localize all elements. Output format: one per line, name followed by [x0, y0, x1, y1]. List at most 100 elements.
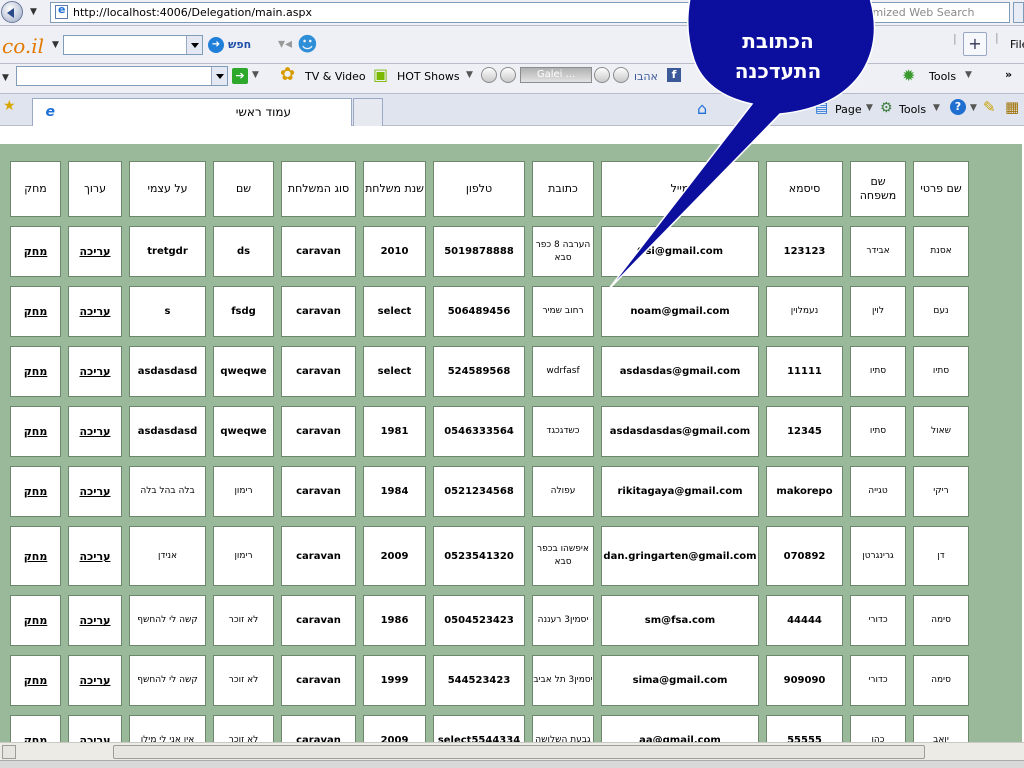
cell-last-name: כדורי: [850, 655, 906, 706]
cell-address: רחוב שמיר: [532, 286, 594, 337]
chevron-down-icon[interactable]: ▼: [252, 70, 259, 80]
toolbar-search-combo[interactable]: [63, 35, 203, 55]
chevron-down-icon[interactable]: ▼: [52, 40, 59, 50]
add-button[interactable]: +: [963, 32, 987, 56]
page-icon[interactable]: ▤: [815, 100, 828, 116]
stop-icon[interactable]: [613, 67, 629, 83]
cell-phone: 506489456: [433, 286, 525, 337]
cell-family-year: 1999: [363, 655, 426, 706]
facebook-icon[interactable]: f: [667, 68, 681, 82]
hot-shows-button[interactable]: HOT Shows: [397, 70, 460, 83]
delete-link[interactable]: מחק: [10, 526, 61, 586]
cell-first-name: ריקי: [913, 466, 969, 517]
callout-line-1: הכתובת: [742, 29, 814, 53]
cell-family-type: caravan: [281, 655, 356, 706]
chevron-down-icon[interactable]: ▼: [933, 103, 940, 113]
chevron-down-icon[interactable]: ▼: [866, 103, 873, 113]
chevron-down-icon[interactable]: [186, 36, 202, 54]
tools-menu[interactable]: Tools: [899, 103, 926, 116]
delete-link[interactable]: מחק: [10, 226, 61, 277]
status-bar: [0, 760, 1024, 768]
cell-last-name: סתיו: [850, 346, 906, 397]
url-field[interactable]: http://localhost:4006/Delegation/main.as…: [50, 2, 740, 23]
volume-icon[interactable]: [594, 67, 610, 83]
cell-name: qweqwe: [213, 346, 274, 397]
tv-icon[interactable]: ✿: [280, 64, 295, 85]
table-row: סימה כדורי 44444 sm@fsa.com יסמין3 רעננה 0504…: [10, 595, 969, 646]
chevron-down-icon[interactable]: ▼: [466, 70, 473, 80]
delete-link[interactable]: מחק: [10, 406, 61, 457]
research-icon[interactable]: ✎: [983, 98, 996, 116]
edit-link[interactable]: עריכה: [68, 226, 122, 277]
go-green-icon[interactable]: ➔: [232, 68, 248, 84]
delete-link[interactable]: מחק: [10, 655, 61, 706]
search-go-button[interactable]: [1013, 2, 1024, 23]
star-icon[interactable]: ★: [3, 98, 16, 114]
cell-family-type: caravan: [281, 466, 356, 517]
page-menu[interactable]: Page: [835, 103, 862, 116]
delete-link[interactable]: מחק: [10, 595, 61, 646]
header-first-name: שם פרטי: [913, 161, 969, 217]
tools-button[interactable]: Tools: [929, 70, 956, 83]
header-about: על עצמי: [129, 161, 206, 217]
header-last-name: שם משפחה: [850, 161, 906, 217]
gear-icon[interactable]: ✹: [902, 66, 915, 85]
love-label[interactable]: אהבו: [634, 70, 658, 83]
toolbar-combo[interactable]: [16, 66, 228, 86]
back-icon[interactable]: [1, 1, 23, 23]
overflow-button[interactable]: »: [1005, 68, 1012, 81]
edit-link[interactable]: עריכה: [68, 655, 122, 706]
cell-password: 070892: [766, 526, 843, 586]
hot-shows-icon[interactable]: ▣: [373, 65, 388, 84]
new-tab-button[interactable]: [353, 98, 383, 126]
edit-link[interactable]: עריכה: [68, 346, 122, 397]
chevron-down-icon[interactable]: ▼: [2, 73, 9, 83]
toolbar-primary: co.il ▼ ➜ חפש ▾◂ ☻ | + | File: [0, 26, 1024, 64]
media-track[interactable]: Galei ...: [520, 67, 592, 83]
header-address: כתובת: [532, 161, 594, 217]
delete-link[interactable]: מחק: [10, 466, 61, 517]
play-icon[interactable]: [500, 67, 516, 83]
edit-link[interactable]: עריכה: [68, 526, 122, 586]
cell-last-name: טגייה: [850, 466, 906, 517]
extras-icon[interactable]: ▦: [1005, 98, 1019, 116]
edit-link[interactable]: עריכה: [68, 406, 122, 457]
gear-icon[interactable]: ⚙: [880, 100, 893, 116]
header-family-type: סוג המשלחת: [281, 161, 356, 217]
delete-link[interactable]: מחק: [10, 346, 61, 397]
cell-email: rikitagaya@gmail.com: [601, 466, 759, 517]
chevron-down-icon[interactable]: ▼: [965, 70, 972, 80]
cell-family-type: caravan: [281, 346, 356, 397]
cell-about: בלה בהל בלה: [129, 466, 206, 517]
scroll-thumb[interactable]: [113, 745, 925, 759]
search-input[interactable]: G Customized Web Search: [820, 2, 1010, 23]
table-row: ריקי טגייה makorepo rikitagaya@gmail.com עפו…: [10, 466, 969, 517]
tv-video-button[interactable]: TV & Video: [305, 70, 366, 83]
header-name: שם: [213, 161, 274, 217]
tab-home[interactable]: e עמוד ראשי: [32, 98, 352, 126]
messenger-icon[interactable]: ☻: [297, 32, 318, 56]
cell-first-name: סתיו: [913, 346, 969, 397]
go-icon[interactable]: ➜: [208, 37, 224, 53]
delete-link[interactable]: מחק: [10, 286, 61, 337]
horizontal-scrollbar[interactable]: [0, 742, 1024, 760]
edit-link[interactable]: עריכה: [68, 595, 122, 646]
scroll-left-icon[interactable]: [2, 745, 16, 759]
chevron-down-icon[interactable]: [211, 67, 227, 85]
grid-body: אסנת אבידר 123123 Osi@gmail.com הערבה 8 כפר …: [10, 226, 969, 746]
home-icon[interactable]: ⌂: [697, 99, 707, 118]
header-password: סיסמא: [766, 161, 843, 217]
edit-link[interactable]: עריכה: [68, 286, 122, 337]
prev-icon[interactable]: [481, 67, 497, 83]
search-button[interactable]: חפש: [228, 38, 251, 51]
chevron-down-icon[interactable]: ▼: [970, 103, 977, 113]
file-menu[interactable]: File: [1010, 38, 1024, 51]
cell-first-name: נעם: [913, 286, 969, 337]
cell-email: asdasdas@gmail.com: [601, 346, 759, 397]
chevron-down-icon[interactable]: ▼: [30, 7, 37, 17]
table-row: דן גרינגרטן 070892 dan.gringarten@gmail.com…: [10, 526, 969, 586]
cell-phone: 0521234568: [433, 466, 525, 517]
edit-link[interactable]: עריכה: [68, 466, 122, 517]
help-icon[interactable]: ?: [950, 99, 966, 115]
cell-email: dan.gringarten@gmail.com: [601, 526, 759, 586]
